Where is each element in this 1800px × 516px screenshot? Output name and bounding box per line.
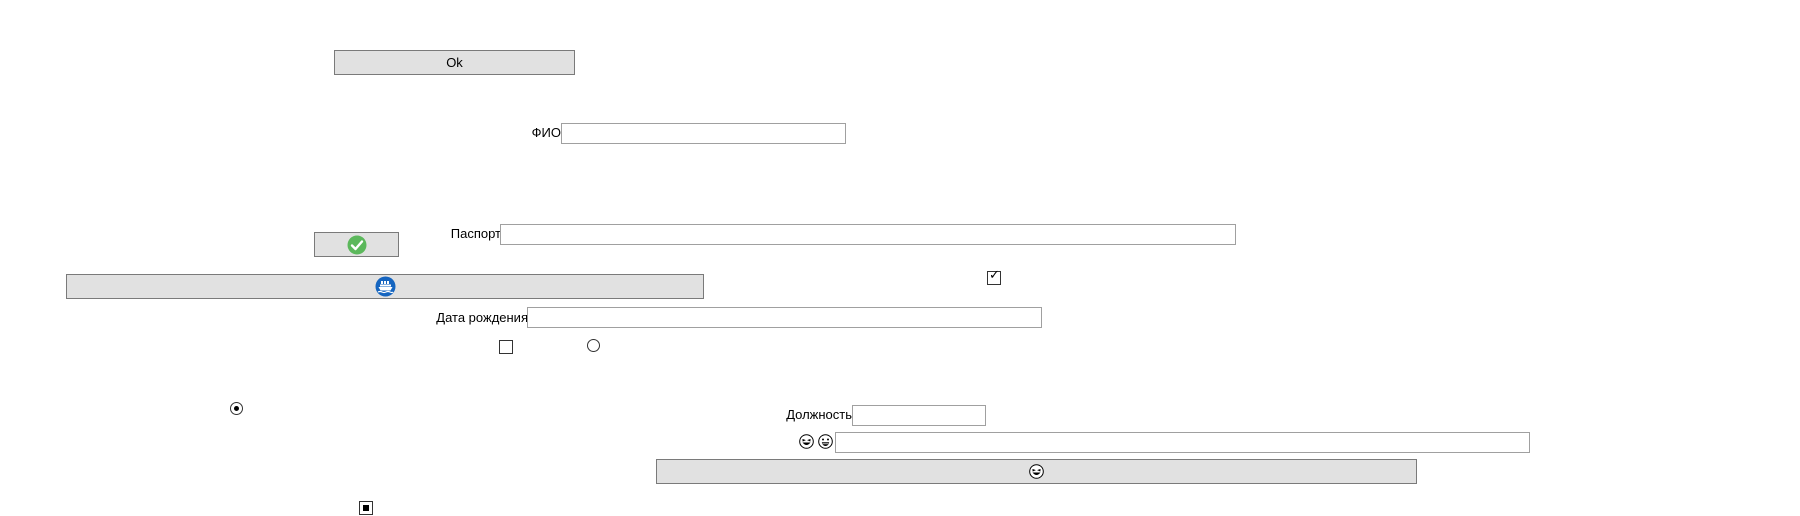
- ok-button-label: Ok: [446, 55, 463, 70]
- laughing-face-icon: [799, 434, 814, 449]
- checkbox-unchecked[interactable]: [499, 340, 513, 354]
- checkmark-icon: ✓: [989, 268, 1000, 283]
- checkbox-indeterminate[interactable]: [359, 501, 373, 515]
- emoji-button[interactable]: [656, 459, 1417, 484]
- emoji-field[interactable]: [835, 432, 1530, 453]
- confirm-check-button[interactable]: [314, 232, 399, 257]
- fio-field[interactable]: [561, 123, 846, 144]
- grinning-face-icon: [818, 434, 833, 449]
- radio-unselected[interactable]: [587, 339, 600, 352]
- green-check-circle-icon: [347, 235, 366, 254]
- checkbox-checked[interactable]: ✓: [987, 268, 1001, 285]
- grinning-face-icon: [1029, 464, 1044, 479]
- passport-label: Паспорт: [450, 226, 501, 241]
- ship-button[interactable]: [66, 274, 704, 299]
- ok-button[interactable]: Ok: [334, 50, 575, 75]
- blue-ship-circle-icon: [375, 276, 395, 297]
- position-field[interactable]: [852, 405, 986, 426]
- radio-selected[interactable]: [230, 402, 243, 415]
- position-label: Должность: [786, 407, 852, 422]
- birthdate-label: Дата рождения: [436, 310, 528, 325]
- radio-dot: [234, 406, 239, 411]
- passport-field[interactable]: [500, 224, 1236, 245]
- indeterminate-mark: [363, 505, 369, 511]
- fio-label: ФИО: [531, 125, 561, 140]
- birthdate-field[interactable]: [527, 307, 1042, 328]
